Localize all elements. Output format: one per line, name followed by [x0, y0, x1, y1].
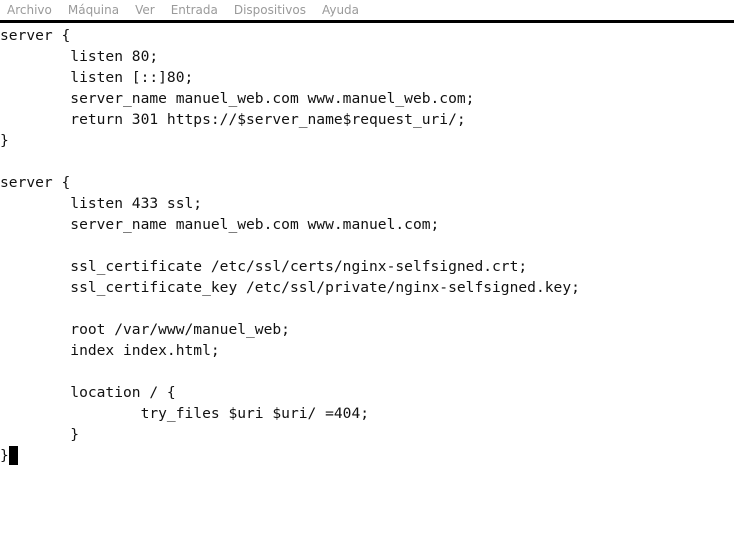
code-line: server_name manuel_web.com www.manuel_we… [0, 90, 475, 107]
code-line-text: } [0, 447, 9, 464]
code-line: ssl_certificate /etc/ssl/certs/nginx-sel… [0, 258, 528, 275]
menu-bar: Archivo Máquina Ver Entrada Dispositivos… [0, 0, 734, 20]
code-line: server { [0, 174, 71, 191]
code-line: listen 80; [0, 48, 159, 65]
code-line: location / { [0, 384, 176, 401]
menu-dispositivos[interactable]: Dispositivos [234, 0, 306, 20]
code-line: index index.html; [0, 342, 220, 359]
menu-ayuda[interactable]: Ayuda [322, 0, 359, 20]
menu-ver[interactable]: Ver [135, 0, 155, 20]
menu-archivo[interactable]: Archivo [7, 0, 52, 20]
code-line: listen [::]80; [0, 69, 194, 86]
code-line: listen 433 ssl; [0, 195, 203, 212]
code-line: return 301 https://$server_name$request_… [0, 111, 466, 128]
code-line-cursor: } [0, 445, 734, 466]
menu-maquina[interactable]: Máquina [68, 0, 119, 20]
terminal-editor[interactable]: server { listen 80; listen [::]80; serve… [0, 25, 734, 539]
code-line: server_name manuel_web.com www.manuel.co… [0, 216, 440, 233]
text-cursor [8, 446, 18, 465]
code-line: ssl_certificate_key /etc/ssl/private/ngi… [0, 279, 580, 296]
code-line: } [0, 426, 80, 443]
menu-entrada[interactable]: Entrada [171, 0, 218, 20]
code-line: server { [0, 27, 71, 44]
code-line: root /var/www/manuel_web; [0, 321, 290, 338]
menubar-divider [0, 20, 734, 23]
code-line: try_files $uri $uri/ =404; [0, 405, 370, 422]
code-line: } [0, 132, 9, 149]
